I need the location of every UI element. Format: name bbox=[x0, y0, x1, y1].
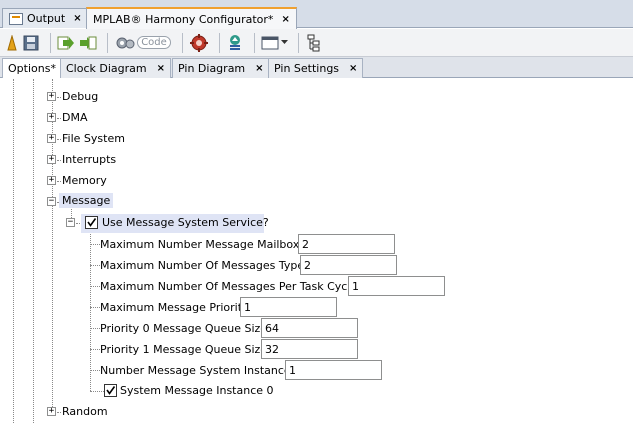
max-mailboxes-label: Maximum Number Message Mailboxes bbox=[100, 238, 312, 251]
upload-icon[interactable] bbox=[226, 33, 244, 53]
tab-output-label: Output bbox=[27, 12, 66, 25]
expand-random-icon[interactable]: + bbox=[47, 407, 56, 416]
tree-connector bbox=[90, 349, 100, 350]
tab-output-close-icon[interactable]: × bbox=[73, 13, 81, 24]
tree-connector bbox=[57, 118, 61, 119]
tab-harmony-configurator[interactable]: MPLAB® Harmony Configurator* × bbox=[86, 7, 297, 29]
toolbar-separator bbox=[107, 32, 108, 53]
tree-node-message[interactable]: Message bbox=[59, 193, 114, 208]
tree-connector bbox=[90, 265, 100, 266]
toolbar-separator bbox=[50, 32, 51, 53]
output-window-icon bbox=[9, 12, 23, 25]
configurator-tab-bar: Options* Clock Diagram × Pin Diagram × P… bbox=[0, 57, 633, 78]
generate-code-icon bbox=[116, 37, 135, 48]
tree-guide-line bbox=[13, 79, 14, 423]
max-message-types-field[interactable]: 2 bbox=[300, 255, 397, 275]
expand-dma-icon[interactable]: + bbox=[47, 113, 56, 122]
toolbar-separator bbox=[182, 32, 183, 53]
max-message-types-label: Maximum Number Of Messages Types bbox=[100, 259, 310, 272]
open-icon[interactable] bbox=[6, 33, 18, 53]
toolbar-separator bbox=[254, 32, 255, 53]
tab-output[interactable]: Output × bbox=[2, 8, 89, 28]
priority0-queue-size-field[interactable]: 64 bbox=[261, 318, 358, 338]
expand-file-system-icon[interactable]: + bbox=[47, 134, 56, 143]
priority1-queue-size-label: Priority 1 Message Queue Size bbox=[100, 343, 268, 356]
tab-pin-settings-label: Pin Settings bbox=[274, 62, 340, 75]
tree-connector bbox=[90, 307, 100, 308]
tree-node-file-system[interactable]: File System bbox=[62, 132, 125, 145]
priority0-queue-size-label: Priority 0 Message Queue Size bbox=[100, 322, 268, 335]
tree-node-interrupts[interactable]: Interrupts bbox=[62, 153, 116, 166]
tree-connector bbox=[57, 97, 61, 98]
settings-gear-icon[interactable] bbox=[189, 33, 209, 53]
tab-harmony-close-icon[interactable]: × bbox=[281, 14, 289, 25]
tree-node-random[interactable]: Random bbox=[62, 405, 108, 418]
import-icon[interactable] bbox=[57, 33, 75, 53]
tab-harmony-label: MPLAB® Harmony Configurator* bbox=[93, 12, 274, 26]
tab-pin-diagram-label: Pin Diagram bbox=[178, 62, 246, 75]
save-icon[interactable] bbox=[22, 33, 40, 53]
tree-connector bbox=[57, 139, 61, 140]
num-instances-label: Number Message System Instances bbox=[100, 364, 297, 377]
toolbar-separator bbox=[219, 32, 220, 53]
toolbar-separator bbox=[298, 32, 299, 53]
tree-guide-line bbox=[90, 229, 91, 391]
tree-node-dma[interactable]: DMA bbox=[62, 111, 88, 124]
tree-connector bbox=[90, 370, 100, 371]
max-message-priority-label: Maximum Message Priority bbox=[100, 301, 249, 314]
instance0-checkbox[interactable] bbox=[104, 384, 117, 397]
tree-guide-line bbox=[52, 79, 53, 407]
tab-pin-diagram[interactable]: Pin Diagram × bbox=[172, 58, 270, 78]
use-message-service-checkbox[interactable] bbox=[85, 216, 98, 229]
max-message-priority-field[interactable]: 1 bbox=[240, 297, 337, 317]
tab-clock-diagram[interactable]: Clock Diagram × bbox=[60, 58, 171, 78]
tree-connector bbox=[57, 412, 61, 413]
expand-memory-icon[interactable]: + bbox=[47, 176, 56, 185]
num-instances-field[interactable]: 1 bbox=[285, 360, 382, 380]
instance0-label: System Message Instance 0 bbox=[120, 384, 274, 397]
tree-connector bbox=[90, 286, 100, 287]
options-tree: + Debug + DMA + File System + Interrupts… bbox=[0, 79, 633, 423]
expand-interrupts-icon[interactable]: + bbox=[47, 155, 56, 164]
tab-options-label: Options* bbox=[8, 62, 56, 75]
export-icon[interactable] bbox=[79, 33, 97, 53]
tree-view-icon[interactable] bbox=[305, 33, 323, 53]
dropdown-icon[interactable] bbox=[280, 33, 288, 53]
collapse-message-icon[interactable]: − bbox=[47, 197, 56, 206]
max-mailboxes-field[interactable]: 2 bbox=[298, 234, 395, 254]
collapse-use-message-service-icon[interactable]: − bbox=[66, 218, 75, 227]
tree-guide-line bbox=[33, 79, 34, 423]
tab-pin-settings[interactable]: Pin Settings × bbox=[268, 58, 364, 78]
tab-pin-diagram-close-icon[interactable]: × bbox=[255, 63, 263, 74]
document-tab-bar: Output × MPLAB® Harmony Configurator* × bbox=[0, 0, 633, 29]
tree-connector bbox=[57, 181, 61, 182]
toolbar: Code bbox=[0, 29, 633, 57]
priority1-queue-size-field[interactable]: 32 bbox=[261, 339, 358, 359]
use-message-service-label: Use Message System Service? bbox=[102, 216, 269, 229]
tree-connector bbox=[90, 391, 104, 392]
window-icon[interactable] bbox=[261, 33, 279, 53]
tree-connector bbox=[57, 160, 61, 161]
expand-debug-icon[interactable]: + bbox=[47, 92, 56, 101]
tree-connector bbox=[90, 328, 100, 329]
tree-node-debug[interactable]: Debug bbox=[62, 90, 98, 103]
max-messages-per-task-field[interactable]: 1 bbox=[348, 276, 445, 296]
generate-code-button[interactable]: Code bbox=[114, 33, 172, 53]
tree-node-memory[interactable]: Memory bbox=[62, 174, 107, 187]
code-label: Code bbox=[137, 36, 171, 49]
tab-options[interactable]: Options* bbox=[2, 58, 62, 78]
tab-pin-settings-close-icon[interactable]: × bbox=[349, 63, 357, 74]
tab-clock-diagram-label: Clock Diagram bbox=[66, 62, 147, 75]
tree-connector bbox=[90, 244, 100, 245]
tab-clock-diagram-close-icon[interactable]: × bbox=[157, 63, 165, 74]
max-messages-per-task-label: Maximum Number Of Messages Per Task Cycl… bbox=[100, 280, 358, 293]
